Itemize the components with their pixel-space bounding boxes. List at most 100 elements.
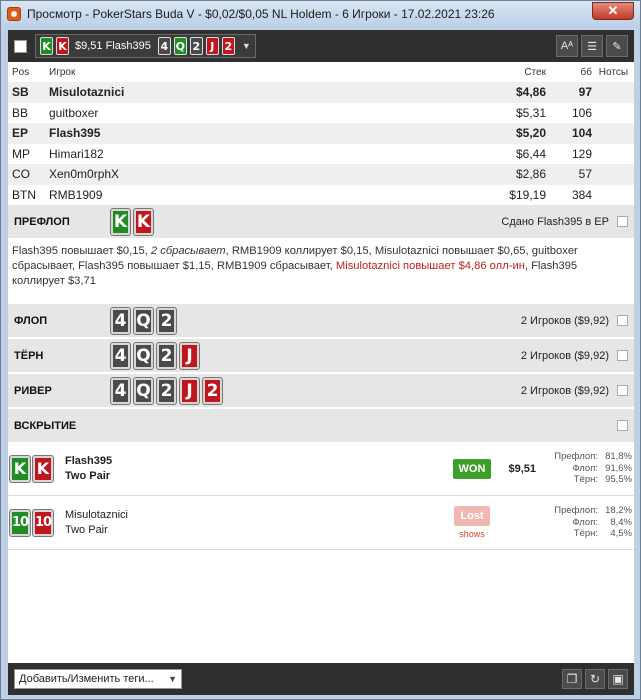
- winner-hand: Two Pair: [65, 469, 111, 482]
- player-bb: 384: [571, 187, 592, 202]
- pencil-icon[interactable]: ✎: [606, 35, 628, 57]
- result-row-loser: 10 10 Misulotaznici Two Pair Lost shows …: [8, 496, 634, 550]
- equity-value: 18,2%: [605, 505, 632, 517]
- turn-card-3: 2: [156, 341, 177, 370]
- player-bb: 57: [578, 167, 592, 182]
- shows-label: shows: [459, 529, 485, 539]
- player-name: Xen0m0rphX: [49, 167, 120, 182]
- flop-info: 2 Игроков ($9,92): [520, 314, 609, 327]
- copy-icon[interactable]: ❐: [562, 669, 582, 689]
- river-card-5: 2: [202, 376, 223, 405]
- winner-card-2: K: [32, 454, 54, 483]
- player-stack: $6,44: [515, 146, 546, 161]
- equity-label: Тёрн:: [573, 474, 598, 486]
- player-stack: $4,86: [515, 85, 546, 100]
- winner-name: Flash395: [65, 454, 113, 467]
- player-bb: 106: [571, 105, 592, 120]
- table-row[interactable]: BTN RMB1909 $19,19 384: [8, 184, 634, 205]
- turn-card-2: Q: [133, 341, 154, 370]
- equity-value: 4,5%: [610, 528, 632, 540]
- equity-label: Флоп:: [572, 462, 598, 474]
- players-table: SB Misulotaznici $4,86 97 BB guitboxer $…: [8, 82, 634, 205]
- preflop-card-2: K: [133, 207, 154, 236]
- loser-name: Misulotaznici: [65, 508, 128, 521]
- action-text-italic: 2 сбрасывает: [150, 245, 226, 257]
- player-bb: 129: [571, 146, 592, 161]
- players-table-header: Pos Игрок Стек бб Нотсы: [8, 62, 634, 82]
- flop-card-3: 2: [156, 306, 177, 335]
- table-row[interactable]: MP Himari182 $6,44 129: [8, 143, 634, 164]
- close-button[interactable]: ✕: [592, 2, 634, 20]
- hand-amount: $9,51 Flash395: [75, 40, 151, 52]
- preflop-actions: Flash395 повышает $0,15, 2 сбрасывает, R…: [8, 238, 634, 304]
- preflop-note-checkbox[interactable]: [617, 216, 628, 227]
- tags-placeholder: Добавить/Изменить теги...: [19, 673, 154, 685]
- refresh-icon[interactable]: ↻: [585, 669, 605, 689]
- table-row[interactable]: SB Misulotaznici $4,86 97: [8, 82, 634, 103]
- river-card-2: Q: [133, 376, 154, 405]
- loser-card-2: 10: [32, 508, 54, 537]
- app-logo-icon: [7, 7, 21, 21]
- player-pos: SB: [12, 85, 29, 100]
- hero-card-1: K: [40, 37, 53, 55]
- player-bb: 104: [571, 126, 592, 141]
- action-text-allin: Misulotaznici повышает $4,86 олл-ин: [335, 260, 525, 272]
- hand-dropdown[interactable]: K K $9,51 Flash395 4 Q 2 J 2 ▼: [35, 34, 256, 58]
- river-card-1: 4: [110, 376, 131, 405]
- window-title: Просмотр - PokerStars Buda V - $0,02/$0,…: [27, 7, 495, 21]
- won-badge: WON: [452, 458, 492, 479]
- loser-card-1: 10: [9, 508, 31, 537]
- equity-label: Тёрн:: [573, 528, 598, 540]
- chevron-down-icon: ▼: [168, 674, 177, 684]
- turn-section: ТЁРН 4 Q 2 J 2 Игроков ($9,92): [8, 339, 634, 372]
- equity-label: Префлоп:: [554, 505, 598, 517]
- equity-label: Префлоп:: [554, 451, 598, 463]
- board-card-4: J: [205, 37, 219, 55]
- player-pos: BB: [12, 105, 29, 120]
- river-label: РИВЕР: [14, 384, 52, 397]
- player-name: Flash395: [49, 126, 101, 141]
- select-hand-checkbox[interactable]: [14, 39, 27, 53]
- board-card-3: 2: [189, 37, 203, 55]
- showdown-note-checkbox[interactable]: [617, 420, 628, 431]
- river-card-3: 2: [156, 376, 177, 405]
- player-pos: CO: [12, 167, 30, 182]
- player-name: Himari182: [49, 146, 104, 161]
- save-icon[interactable]: ▣: [608, 669, 628, 689]
- list-icon[interactable]: ☰: [581, 35, 603, 57]
- river-note-checkbox[interactable]: [617, 385, 628, 396]
- action-text: Flash395 повышает $0,15,: [12, 245, 151, 257]
- table-row[interactable]: EP Flash395 $5,20 104: [8, 123, 634, 144]
- river-info: 2 Игроков ($9,92): [520, 384, 609, 397]
- player-pos: EP: [12, 126, 29, 141]
- col-bb: бб: [580, 66, 592, 78]
- turn-info: 2 Игроков ($9,92): [520, 349, 609, 362]
- replayer-panel: K K $9,51 Flash395 4 Q 2 J 2 ▼ Aᴬ ☰ ✎ Po…: [8, 30, 634, 695]
- equity-value: 8,4%: [610, 516, 632, 528]
- equity-value: 81,8%: [605, 451, 632, 463]
- col-notes: Нотсы: [598, 66, 628, 78]
- loser-hand: Two Pair: [65, 523, 108, 536]
- col-player: Игрок: [49, 66, 76, 78]
- turn-label: ТЁРН: [14, 349, 44, 362]
- board-card-2: Q: [173, 37, 187, 55]
- font-size-icon[interactable]: Aᴬ: [556, 35, 578, 57]
- table-row[interactable]: CO Xen0m0rphX $2,86 57: [8, 164, 634, 185]
- loser-equity: Префлоп: 18,2% Флоп: 8,4% Тёрн: 4,5%: [550, 505, 632, 540]
- preflop-info: Сдано Flash395 в EP: [501, 215, 609, 228]
- player-pos: BTN: [12, 187, 36, 202]
- app-window: Просмотр - PokerStars Buda V - $0,02/$0,…: [0, 0, 641, 700]
- flop-note-checkbox[interactable]: [617, 315, 628, 326]
- col-stack: Стек: [524, 66, 546, 78]
- hero-card-2: K: [56, 37, 69, 55]
- tags-dropdown[interactable]: Добавить/Изменить теги... ▼: [14, 669, 182, 689]
- turn-note-checkbox[interactable]: [617, 350, 628, 361]
- footer-bar: Добавить/Изменить теги... ▼ ❐ ↻ ▣: [8, 663, 634, 695]
- player-stack: $5,20: [515, 126, 546, 141]
- table-row[interactable]: BB guitboxer $5,31 106: [8, 102, 634, 123]
- river-card-4: J: [179, 376, 200, 405]
- board-card-5: 2: [221, 37, 235, 55]
- player-name: guitboxer: [49, 105, 99, 120]
- preflop-section: ПРЕФЛОП K K Сдано Flash395 в EP: [8, 205, 634, 238]
- equity-label: Флоп:: [572, 516, 598, 528]
